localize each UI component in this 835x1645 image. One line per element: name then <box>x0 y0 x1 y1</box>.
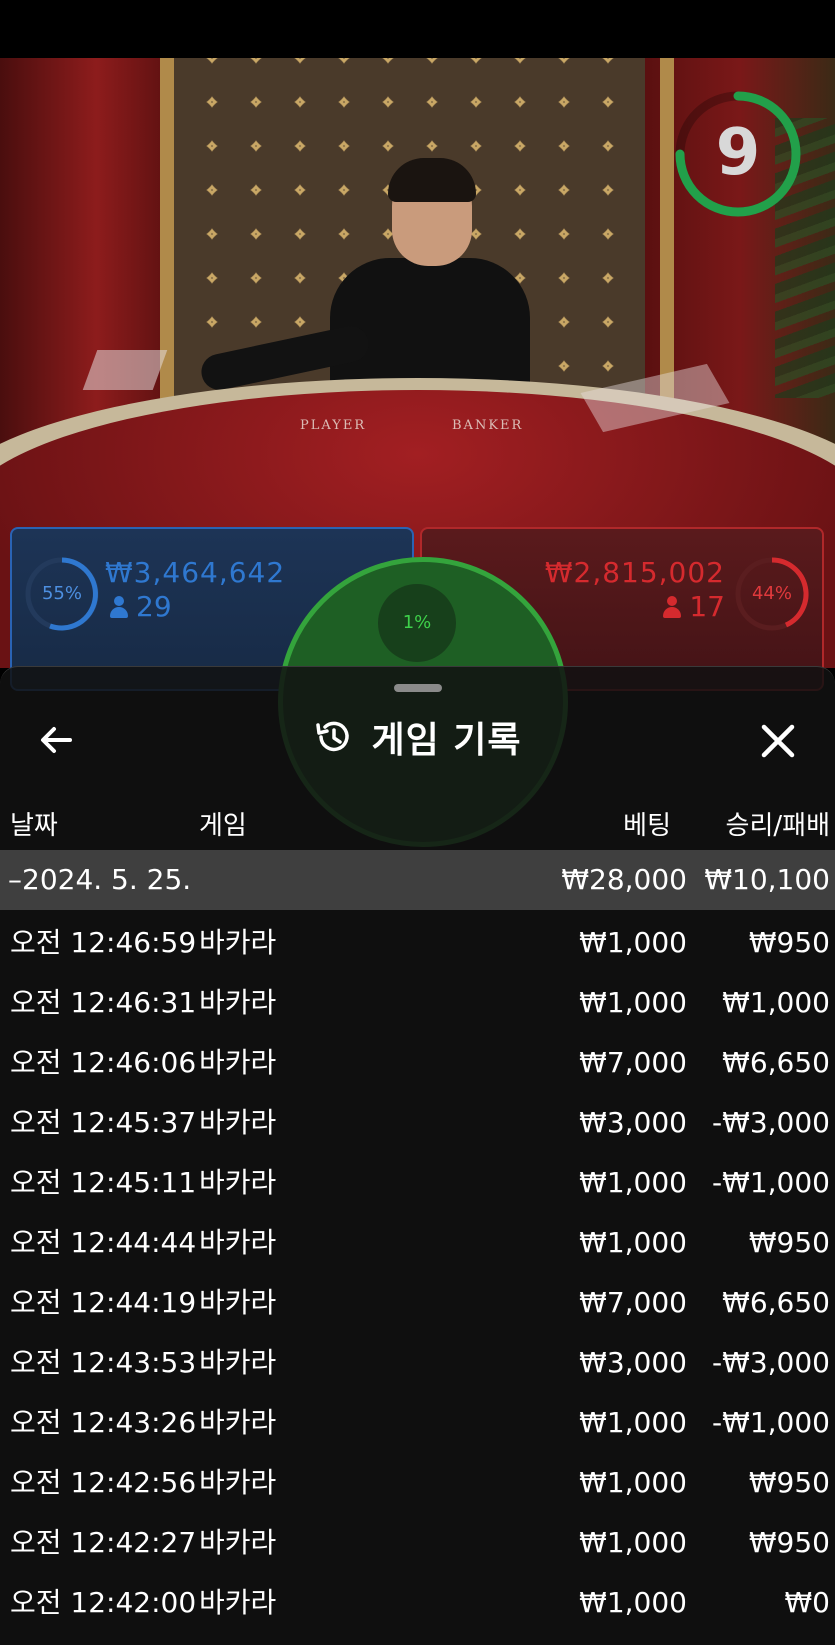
banker-count-value: 17 <box>689 590 725 623</box>
row-win-loss: ₩6,650 <box>722 1286 830 1319</box>
row-time: 오전 12:44:44 <box>10 1226 197 1259</box>
row-win-loss: ₩950 <box>748 1226 830 1259</box>
felt-banker-label: BANKER <box>452 418 524 433</box>
close-button[interactable] <box>748 711 808 771</box>
row-win-loss: ₩950 <box>748 926 830 959</box>
row-bet: ₩1,000 <box>579 1406 687 1439</box>
row-game: 바카라 <box>199 1046 277 1079</box>
row-game: 바카라 <box>199 1226 277 1259</box>
row-game: 바카라 <box>199 1406 277 1439</box>
row-bet: ₩1,000 <box>579 926 687 959</box>
felt-player-label: PLAYER <box>300 418 367 433</box>
column-header-game: 게임 <box>199 811 247 841</box>
row-bet: ₩1,000 <box>579 1586 687 1619</box>
row-time: 오전 12:42:00 <box>10 1586 197 1619</box>
close-icon <box>761 724 795 758</box>
sheet-drag-handle[interactable] <box>394 684 442 692</box>
row-game: 바카라 <box>199 1346 277 1379</box>
row-win-loss: -₩1,000 <box>712 1166 830 1199</box>
player-bet-total: ₩3,464,642 <box>105 556 286 589</box>
history-row[interactable]: 오전 12:43:26 바카라 ₩1,000 -₩1,000 <box>0 1394 835 1452</box>
row-bet: ₩1,000 <box>579 1466 687 1499</box>
row-time: 오전 12:42:27 <box>10 1526 197 1559</box>
banker-bet-total: ₩2,815,002 <box>544 556 725 589</box>
player-bettor-count: 29 <box>110 590 172 623</box>
row-bet: ₩1,000 <box>579 1226 687 1259</box>
row-bet: ₩3,000 <box>579 1106 687 1139</box>
row-game: 바카라 <box>199 1466 277 1499</box>
player-count-value: 29 <box>136 590 172 623</box>
column-header-bet: 베팅 <box>623 811 671 841</box>
row-game: 바카라 <box>199 926 277 959</box>
row-bet: ₩1,000 <box>579 1166 687 1199</box>
countdown-timer: 9 <box>715 116 761 190</box>
table-header: 날짜 게임 베팅 승리/패배 <box>0 805 835 849</box>
row-win-loss: ₩6,650 <box>722 1046 830 1079</box>
history-row[interactable]: 오전 12:46:59 바카라 ₩1,000 ₩950 <box>0 914 835 972</box>
row-win-loss: ₩0 <box>784 1586 831 1619</box>
row-time: 오전 12:42:56 <box>10 1466 197 1499</box>
history-row[interactable]: 오전 12:45:37 바카라 ₩3,000 -₩3,000 <box>0 1094 835 1152</box>
summary-bet: ₩28,000 <box>561 863 687 896</box>
row-bet: ₩7,000 <box>579 1286 687 1319</box>
row-time: 오전 12:46:31 <box>10 986 197 1019</box>
column-header-date: 날짜 <box>10 811 58 841</box>
row-win-loss: -₩1,000 <box>712 1406 830 1439</box>
history-row[interactable]: 오전 12:46:06 바카라 ₩7,000 ₩6,650 <box>0 1034 835 1092</box>
banker-bettor-count: 17 <box>663 590 725 623</box>
row-game: 바카라 <box>199 1166 277 1199</box>
history-row[interactable]: 오전 12:44:44 바카라 ₩1,000 ₩950 <box>0 1214 835 1272</box>
history-row[interactable]: 오전 12:42:56 바카라 ₩1,000 ₩950 <box>0 1454 835 1512</box>
history-row[interactable]: 오전 12:42:27 바카라 ₩1,000 ₩950 <box>0 1514 835 1572</box>
history-row[interactable]: 오전 12:44:19 바카라 ₩7,000 ₩6,650 <box>0 1274 835 1332</box>
player-percent: 55% <box>41 583 82 604</box>
row-win-loss: -₩3,000 <box>712 1346 830 1379</box>
column-header-win-loss: 승리/패배 <box>725 811 830 841</box>
history-clock-icon <box>316 721 350 752</box>
row-time: 오전 12:43:26 <box>10 1406 197 1439</box>
person-icon <box>663 596 682 618</box>
row-win-loss: -₩3,000 <box>712 1106 830 1139</box>
status-bar <box>0 0 835 58</box>
row-game: 바카라 <box>199 1526 277 1559</box>
row-game: 바카라 <box>199 986 277 1019</box>
banker-percent: 44% <box>751 583 792 604</box>
row-time: 오전 12:46:59 <box>10 926 197 959</box>
game-history-sheet: 게임 기록 날짜 게임 베팅 승리/패배 –2024. 5. 25. ₩28,0… <box>0 666 835 1645</box>
row-bet: ₩3,000 <box>579 1346 687 1379</box>
row-bet: ₩7,000 <box>579 1046 687 1079</box>
row-bet: ₩1,000 <box>579 1526 687 1559</box>
summary-win-loss: ₩10,100 <box>704 863 830 896</box>
sheet-header: 게임 기록 <box>0 711 835 767</box>
row-win-loss: ₩950 <box>748 1466 830 1499</box>
history-row[interactable]: 오전 12:42:00 바카라 ₩1,000 ₩0 <box>0 1574 835 1632</box>
page-title: 게임 기록 <box>371 720 522 761</box>
date-summary-row[interactable]: –2024. 5. 25. ₩28,000 ₩10,100 <box>0 850 835 910</box>
row-time: 오전 12:46:06 <box>10 1046 197 1079</box>
person-icon <box>110 596 128 618</box>
history-row[interactable]: 오전 12:43:53 바카라 ₩3,000 -₩3,000 <box>0 1334 835 1392</box>
row-time: 오전 12:43:53 <box>10 1346 197 1379</box>
history-row[interactable]: 오전 12:45:11 바카라 ₩1,000 -₩1,000 <box>0 1154 835 1212</box>
row-win-loss: ₩1,000 <box>722 986 830 1019</box>
row-game: 바카라 <box>199 1286 277 1319</box>
row-time: 오전 12:45:37 <box>10 1106 197 1139</box>
tie-percent: 1% <box>378 584 456 662</box>
row-win-loss: ₩950 <box>748 1526 830 1559</box>
row-time: 오전 12:45:11 <box>10 1166 197 1199</box>
card-shoe <box>82 350 168 390</box>
row-time: 오전 12:44:19 <box>10 1286 197 1319</box>
history-row[interactable]: 오전 12:46:31 바카라 ₩1,000 ₩1,000 <box>0 974 835 1032</box>
row-game: 바카라 <box>199 1106 277 1139</box>
row-game: 바카라 <box>199 1586 277 1619</box>
row-bet: ₩1,000 <box>579 986 687 1019</box>
summary-date: –2024. 5. 25. <box>8 863 192 896</box>
